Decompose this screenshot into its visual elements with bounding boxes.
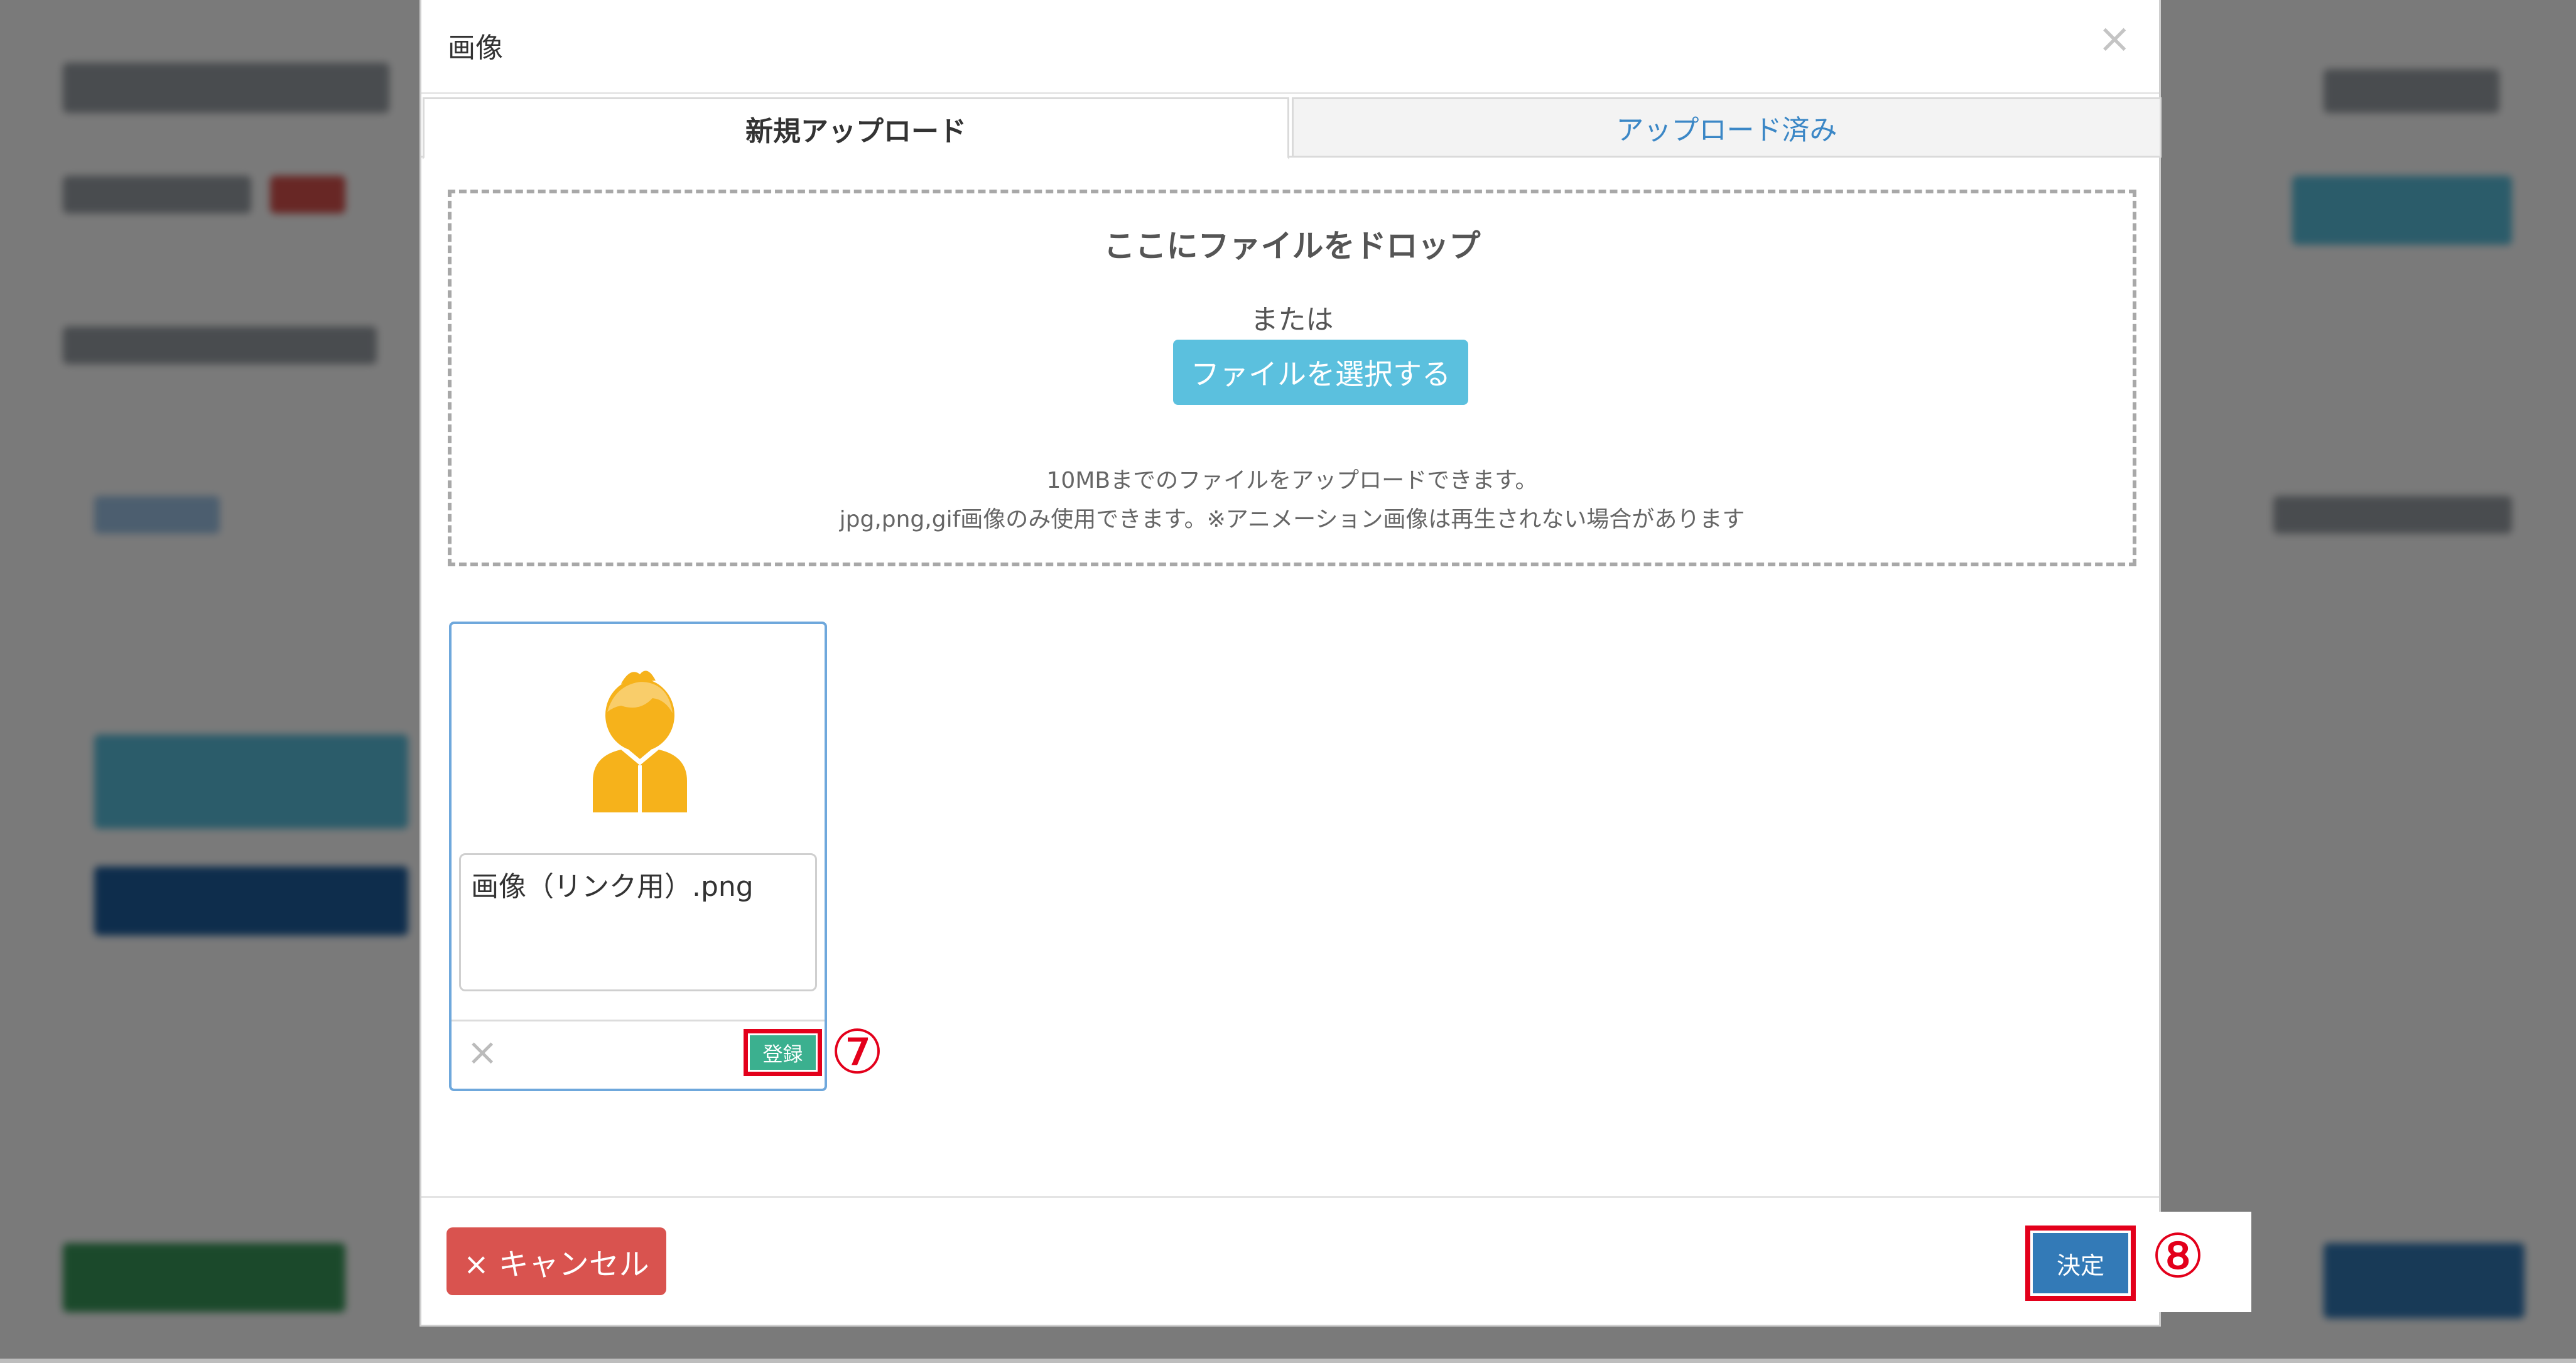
cancel-button[interactable]: × キャンセル [446,1227,666,1295]
register-button-highlight: 登録 [744,1029,822,1076]
user-avatar-icon [593,671,687,812]
tab-uploaded[interactable]: アップロード済み [1292,97,2162,158]
dropzone-size-note: 10MBまでのファイルをアップロードできます。 [1046,468,1538,493]
file-preview-card: 画像（リンク用）.png × 登録 [449,622,827,1091]
confirm-button-highlight: 決定 [2025,1226,2136,1301]
filename-field[interactable]: 画像（リンク用）.png [459,853,817,991]
dropzone-or-text: または [1250,304,1334,336]
file-dropzone[interactable]: ここにファイルをドロップ または ファイルを選択する 10MBまでのファイルをア… [448,190,2136,566]
select-file-button[interactable]: ファイルを選択する [1173,340,1468,405]
step-callout-8: ⑧ [2151,1221,2205,1291]
step-callout-7: ⑦ [830,1017,885,1087]
register-button[interactable]: 登録 [750,1035,816,1070]
card-divider [452,1020,825,1021]
remove-file-icon[interactable]: × [467,1033,498,1071]
modal-title: 画像 [448,32,503,64]
modal-header: 画像 × [421,0,2159,94]
dropzone-title: ここにファイルをドロップ [1103,228,1481,264]
frame-border [0,1359,2576,1363]
close-icon[interactable]: × [2097,19,2131,59]
confirm-button[interactable]: 決定 [2033,1233,2128,1293]
image-modal: 画像 × 新規アップロード アップロード済み ここにファイルをドロップ または … [419,0,2162,1327]
tab-bar: 新規アップロード アップロード済み [421,97,2162,159]
tab-new-upload[interactable]: 新規アップロード [423,97,1289,159]
dropzone-types-note: jpg,png,gif画像のみ使用できます。※アニメーション画像は再生されない場… [839,507,1745,532]
footer-divider [421,1196,2159,1198]
